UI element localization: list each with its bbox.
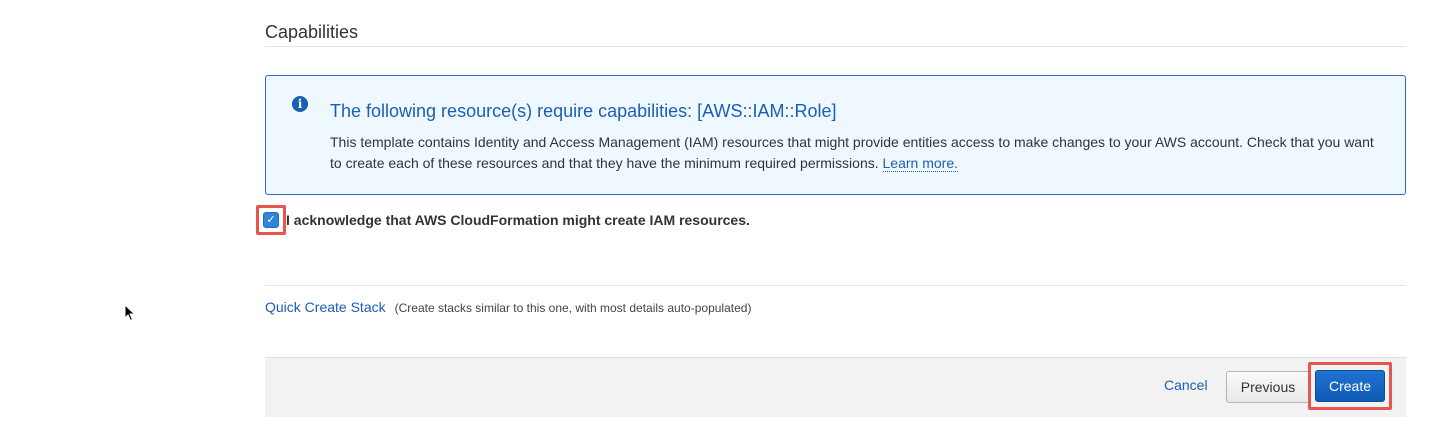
checkmark-icon: ✓ [266, 213, 276, 226]
info-icon: i [292, 96, 308, 112]
quick-create-row: Quick Create Stack (Create stacks simila… [265, 299, 751, 315]
capabilities-info-box: i The following resource(s) require capa… [265, 75, 1406, 195]
divider [265, 285, 1406, 286]
footer-actions: Cancel Previous Create [265, 357, 1406, 417]
acknowledge-checkbox-highlight: ✓ [256, 205, 286, 235]
quick-create-stack-link[interactable]: Quick Create Stack [265, 299, 386, 315]
cancel-button[interactable]: Cancel [1164, 377, 1208, 393]
section-divider [265, 46, 1406, 47]
previous-button[interactable]: Previous [1226, 371, 1310, 403]
acknowledge-checkbox[interactable]: ✓ [263, 212, 279, 228]
acknowledge-label[interactable]: I acknowledge that AWS CloudFormation mi… [286, 212, 750, 228]
mouse-cursor-icon [124, 304, 136, 322]
info-title: The following resource(s) require capabi… [330, 101, 837, 121]
learn-more-link[interactable]: Learn more. [882, 155, 958, 172]
create-button[interactable]: Create [1315, 370, 1385, 402]
section-title: Capabilities [265, 22, 359, 42]
create-button-highlight: Create [1308, 362, 1392, 410]
info-body-text: This template contains Identity and Acce… [330, 134, 1374, 171]
quick-create-note: (Create stacks similar to this one, with… [394, 301, 752, 315]
info-body: This template contains Identity and Acce… [330, 132, 1380, 174]
page: Capabilities i The following resource(s)… [0, 0, 1435, 424]
acknowledge-row: ✓ I acknowledge that AWS CloudFormation … [256, 205, 750, 235]
